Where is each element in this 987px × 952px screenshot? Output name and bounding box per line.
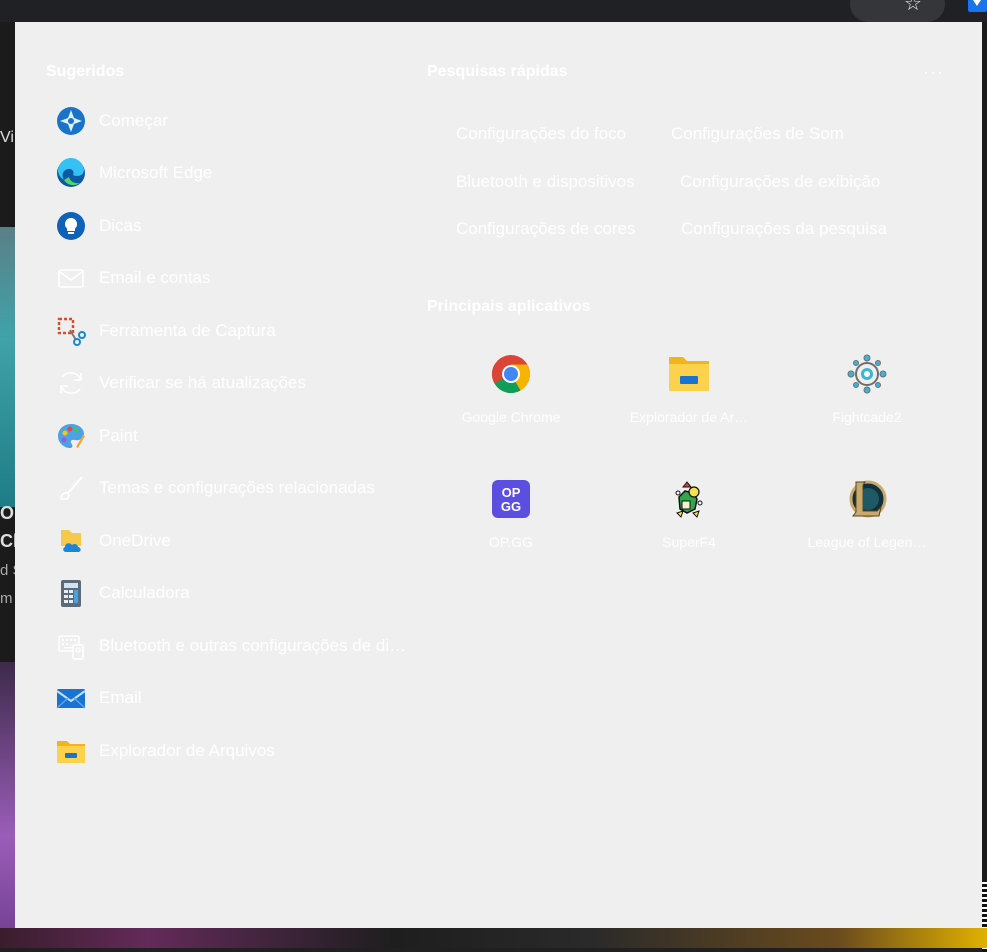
suggested-item-label: Bluetooth e outras configurações de di… <box>99 636 407 655</box>
opgg-logo-text: GG <box>501 499 521 514</box>
more-options-button[interactable]: ··· <box>923 62 944 83</box>
quick-search-cores[interactable]: Configurações de cores <box>456 219 636 239</box>
edge-icon <box>55 157 87 189</box>
suggested-item-email[interactable]: Email <box>55 678 425 718</box>
get-started-icon <box>55 105 87 137</box>
suggested-title: Sugeridos <box>46 63 125 80</box>
background-text: m <box>0 590 13 607</box>
tips-icon <box>55 210 87 242</box>
top-app-opgg[interactable]: OP GG OP.GG <box>441 478 581 550</box>
suggested-item-comecar[interactable]: Começar <box>55 101 425 141</box>
background-image <box>0 227 15 507</box>
suggested-item-bluetooth[interactable]: Bluetooth e outras configurações de di… <box>55 626 425 666</box>
top-app-label: Fightcade2 <box>832 409 902 425</box>
suggested-item-label: Verificar se há atualizações <box>99 373 306 392</box>
download-icon[interactable] <box>968 0 987 12</box>
quick-search-exibicao[interactable]: Configurações de exibição <box>680 172 880 192</box>
suggested-item-calculadora[interactable]: Calculadora <box>55 573 425 613</box>
opgg-logo-text: OP <box>502 485 521 500</box>
top-app-label: OP.GG <box>488 534 534 550</box>
quick-search-foco[interactable]: Configurações do foco <box>456 124 626 144</box>
suggested-item-label: Começar <box>99 111 168 130</box>
chrome-icon <box>490 353 532 395</box>
mail-outline-icon <box>55 262 87 294</box>
top-app-label: Explorador de Ar… <box>629 409 749 425</box>
folder-icon <box>55 735 87 767</box>
folder-icon <box>668 353 710 395</box>
top-app-fightcade[interactable]: Fightcade2 <box>797 353 937 425</box>
mail-app-icon <box>55 682 87 714</box>
suggested-item-label: Paint <box>99 426 138 445</box>
league-icon <box>846 478 888 520</box>
suggested-item-label: Microsoft Edge <box>99 163 213 182</box>
suggested-item-dicas[interactable]: Dicas <box>55 206 425 246</box>
top-app-label: SuperF4 <box>662 534 716 550</box>
superf4-icon <box>668 478 710 520</box>
top-app-label: Google Chrome <box>461 409 561 425</box>
opgg-icon: OP GG <box>490 478 532 520</box>
top-app-label: League of Legen… <box>807 534 927 550</box>
suggested-item-edge[interactable]: Microsoft Edge <box>55 153 425 193</box>
top-app-superf4[interactable]: SuperF4 <box>619 478 759 550</box>
suggested-item-label: Email <box>99 688 142 707</box>
suggested-item-captura[interactable]: Ferramenta de Captura <box>55 311 425 351</box>
onedrive-icon <box>55 525 87 557</box>
quick-search-bluetooth[interactable]: Bluetooth e dispositivos <box>456 172 635 192</box>
devices-icon <box>55 630 87 662</box>
snipping-tool-icon <box>55 315 87 347</box>
background-taskbar-strip <box>0 928 987 948</box>
suggested-item-label: Explorador de Arquivos <box>99 741 275 760</box>
search-home-panel: Sugeridos Pesquisas rápidas ··· Começar … <box>15 22 982 928</box>
suggested-item-label: Calculadora <box>99 583 190 602</box>
top-app-chrome[interactable]: Google Chrome <box>441 353 581 425</box>
suggested-item-label: Email e contas <box>99 268 211 287</box>
suggested-item-explorador[interactable]: Explorador de Arquivos <box>55 731 425 771</box>
top-apps-title: Principais aplicativos <box>427 298 591 315</box>
suggested-item-onedrive[interactable]: OneDrive <box>55 521 425 561</box>
suggested-item-label: Temas e configurações relacionadas <box>99 478 375 497</box>
quick-searches-title: Pesquisas rápidas <box>427 63 568 80</box>
suggested-item-label: OneDrive <box>99 531 171 550</box>
quick-search-som[interactable]: Configurações de Som <box>671 124 844 144</box>
browser-toolbar: ☆ <box>0 0 987 22</box>
suggested-item-temas[interactable]: Temas e configurações relacionadas <box>55 468 425 508</box>
suggested-item-email-contas[interactable]: Email e contas <box>55 258 425 298</box>
calculator-icon <box>55 577 87 609</box>
top-app-explorador[interactable]: Explorador de Ar… <box>619 353 759 425</box>
top-app-league[interactable]: League of Legen… <box>797 478 937 550</box>
suggested-item-label: Ferramenta de Captura <box>99 321 276 340</box>
quick-search-pesquisa[interactable]: Configurações da pesquisa <box>681 219 887 239</box>
bookmark-star-icon[interactable]: ☆ <box>904 0 922 14</box>
paint-icon <box>55 420 87 452</box>
toolbar-pill <box>850 0 945 22</box>
background-page-right <box>982 22 987 952</box>
suggested-item-atualizacoes[interactable]: Verificar se há atualizações <box>55 363 425 403</box>
suggested-item-label: Dicas <box>99 216 142 235</box>
suggested-item-paint[interactable]: Paint <box>55 416 425 456</box>
fightcade-icon <box>846 353 888 395</box>
refresh-icon <box>55 367 87 399</box>
background-image <box>0 662 15 948</box>
brush-icon <box>55 472 87 504</box>
background-page-left <box>0 22 15 948</box>
